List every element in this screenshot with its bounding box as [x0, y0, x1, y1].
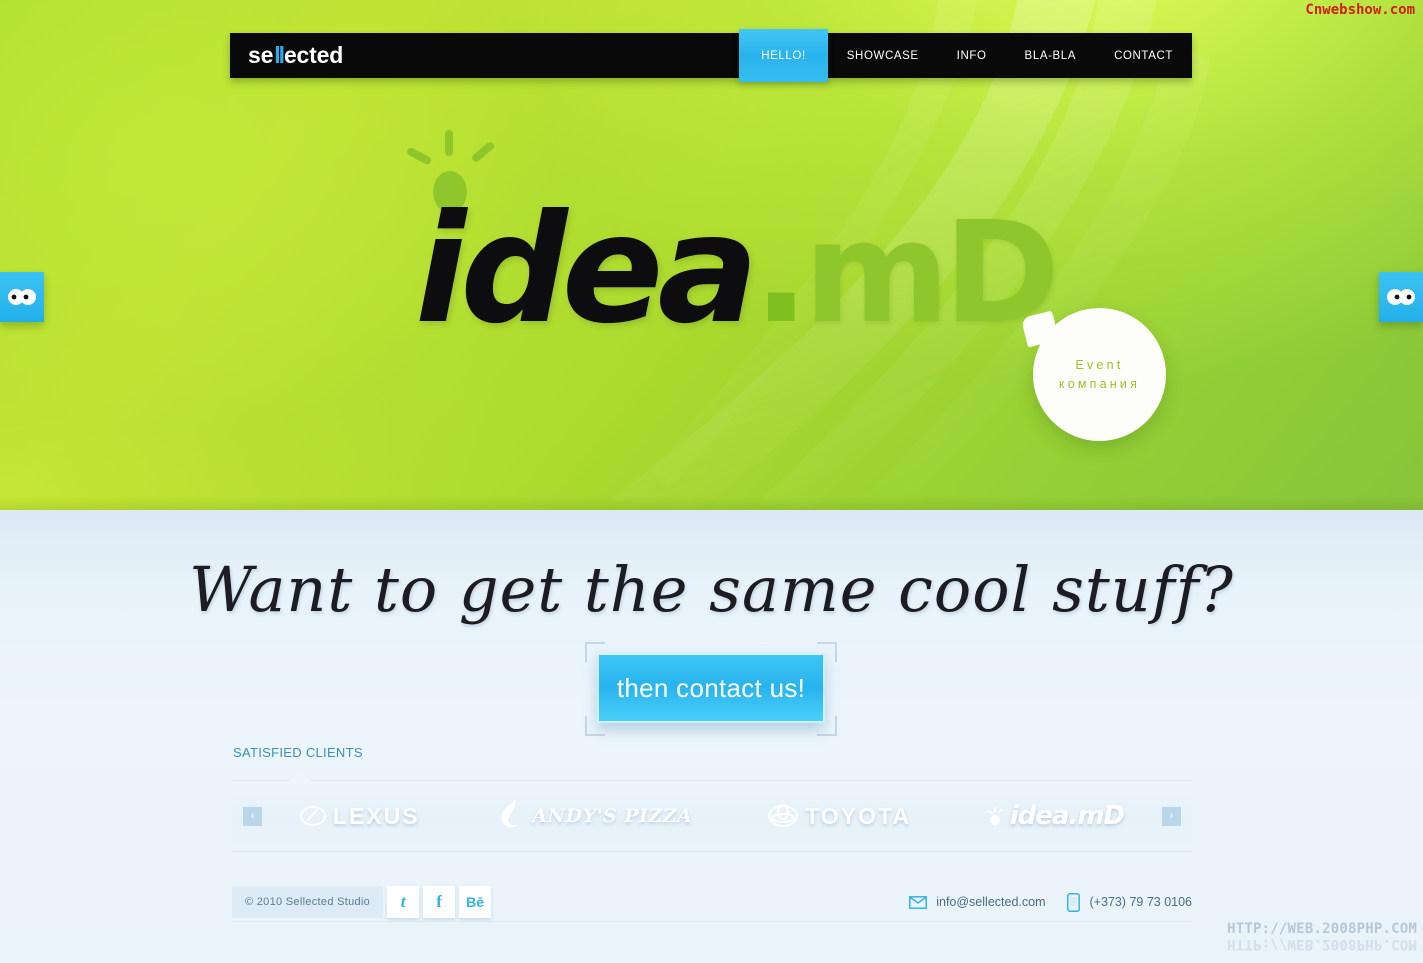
hero-section: idea.mD Event компания se ll ected HELLO! …	[0, 0, 1423, 510]
main-nav: HELLO! SHOWCASE INFO BLA-BLA CONTACT	[739, 29, 1192, 82]
carousel-next-arrow[interactable]: ›	[1162, 806, 1181, 826]
watermark-bottom-right-reflection: HTTP://WEB.2008PHP.COM	[1227, 936, 1417, 952]
eyes-icon	[1387, 289, 1415, 305]
watermark-bottom-right: HTTP://WEB.2008PHP.COM	[1227, 921, 1417, 937]
site-footer: © 2010 Sellected Studio t f Bē info@sell…	[232, 885, 1192, 919]
nav-item-contact[interactable]: CONTACT	[1095, 33, 1192, 78]
client-logo-andys-pizza-text: ANDY'S PIZZA	[532, 805, 693, 827]
hero-speech-bubble: Event компания	[1033, 308, 1166, 441]
hero-bottom-shadow	[0, 496, 1423, 510]
copyright-text: © 2010 Sellected Studio	[232, 886, 384, 918]
client-logo-list: LEXUS ANDY'S PIZZA TOYOTA idea.mD	[262, 799, 1162, 833]
eyes-icon	[8, 289, 36, 305]
lightbulb-icon	[987, 807, 1003, 825]
footer-phone[interactable]: (+373) 79 73 0106	[1067, 892, 1192, 912]
hero-wordmark-idea: idea	[415, 183, 759, 357]
side-tab-left[interactable]	[0, 272, 44, 322]
top-navigation-bar: se ll ected HELLO! SHOWCASE INFO BLA-BLA C…	[230, 29, 1192, 82]
envelope-icon	[909, 895, 928, 909]
client-logo-idea-md-text: idea.mD	[1009, 801, 1125, 831]
facebook-icon[interactable]: f	[423, 886, 456, 918]
lexus-emblem-icon	[299, 806, 326, 826]
page-root: idea.mD Event компания se ll ected HELLO! …	[0, 0, 1423, 963]
client-logo-idea-md: idea.mD	[987, 801, 1125, 831]
cta-headline: Want to get the same cool stuff?	[189, 553, 1234, 626]
flame-icon	[501, 800, 518, 828]
mobile-phone-icon	[1067, 892, 1081, 912]
footer-divider	[232, 921, 1192, 922]
clients-carousel: ‹ LEXUS ANDY'S PIZZA TOYOTA idea.mD ›	[232, 771, 1192, 852]
satisfied-clients-title: SATISFIED CLIENTS	[233, 745, 363, 760]
contact-us-button[interactable]: then contact us!	[597, 653, 825, 723]
toyota-emblem-icon	[768, 804, 799, 827]
site-logo-pre: se	[248, 42, 274, 68]
hero-wordmark: idea.mD	[415, 195, 1060, 345]
client-logo-lexus: LEXUS	[299, 802, 420, 830]
client-logo-toyota-text: TOYOTA	[805, 802, 911, 829]
behance-icon[interactable]: Bē	[459, 886, 492, 918]
client-logo-toyota: TOYOTA	[768, 803, 911, 830]
nav-item-hello[interactable]: HELLO!	[739, 29, 828, 82]
watermark-top-right: Cnwebshow.com	[1305, 2, 1415, 18]
hero-wordmark-dot: .	[752, 183, 810, 357]
footer-contact-block: info@sellected.com (+373) 79 73 0106	[909, 892, 1192, 912]
nav-item-bla-bla[interactable]: BLA-BLA	[1006, 33, 1096, 78]
footer-email-text: info@sellected.com	[936, 895, 1046, 909]
footer-phone-text: (+373) 79 73 0106	[1089, 895, 1192, 909]
footer-email[interactable]: info@sellected.com	[909, 895, 1045, 909]
hero-wordmark-tld: mD	[803, 192, 1060, 355]
side-tab-right[interactable]	[1379, 272, 1423, 322]
twitter-icon[interactable]: t	[387, 886, 420, 918]
client-logo-andys-pizza: ANDY'S PIZZA	[495, 799, 692, 833]
site-logo[interactable]: se ll ected	[230, 42, 343, 69]
nav-item-showcase[interactable]: SHOWCASE	[828, 33, 938, 78]
cta-button-wrapper: then contact us!	[585, 642, 837, 736]
site-logo-post: ected	[283, 42, 344, 68]
nav-item-info[interactable]: INFO	[938, 33, 1006, 78]
carousel-prev-arrow[interactable]: ‹	[243, 806, 262, 826]
bubble-line-1: Event	[1075, 358, 1124, 372]
site-logo-ll-glyph: ll	[274, 42, 285, 68]
client-logo-lexus-text: LEXUS	[332, 802, 420, 829]
bubble-line-2: компания	[1058, 377, 1141, 391]
